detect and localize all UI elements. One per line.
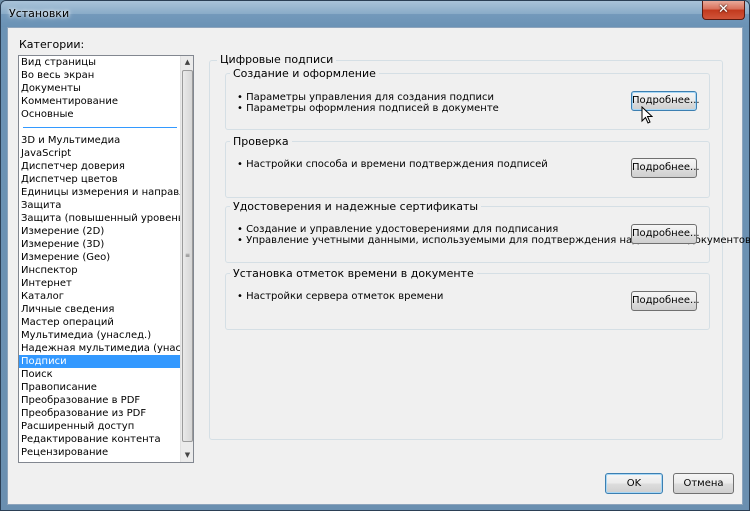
category-item[interactable]: Диспетчер доверия [19,160,181,173]
close-button[interactable]: ✕ [702,1,745,20]
category-item[interactable]: Основные [19,108,181,121]
scrollbar-grip-icon: ≡ [185,252,191,259]
scroll-up-arrow-icon[interactable]: ▲ [181,56,193,69]
window-title: Установки [9,7,70,20]
category-item[interactable]: Рецензирование [19,446,181,459]
mouse-cursor-icon [641,106,653,124]
category-item[interactable]: Защита [19,199,181,212]
section-bullet: • Создание и управление удостоверениями … [237,224,559,235]
category-item[interactable]: Надежная мультимедиа (унаслед.) [19,342,181,355]
section-title: Проверка [230,135,292,148]
category-item[interactable]: Комментирование [19,95,181,108]
identities-details-button[interactable]: Подробнее... [631,224,700,244]
title-bar[interactable]: Установки ✕ [1,1,749,27]
category-item[interactable]: Интернет [19,277,181,290]
digital-signatures-title: Цифровые подписи [217,53,337,66]
category-item[interactable]: Расширенный доступ [19,420,181,433]
category-item[interactable]: Единицы измерения и направляющие [19,186,181,199]
section-bullet: • Настройки способа и времени подтвержде… [237,159,548,170]
section-bullet: • Параметры оформления подписей в докуме… [237,103,499,114]
category-item[interactable]: Правописание [19,381,181,394]
category-item[interactable]: Поиск [19,368,181,381]
category-item[interactable]: Мультимедиа (унаслед.) [19,329,181,342]
category-item[interactable]: Редактирование контента [19,433,181,446]
categories-list[interactable]: Вид страницы Во весь экран Документы Коммен… [18,55,194,463]
category-item[interactable]: Личные сведения [19,303,181,316]
category-item[interactable]: Каталог [19,290,181,303]
category-item[interactable]: Диспетчер цветов [19,173,181,186]
category-item[interactable]: JavaScript [19,147,181,160]
categories-label: Категории: [19,38,85,51]
category-item[interactable]: Мастер операций [19,316,181,329]
category-item[interactable]: Измерение (3D) [19,238,181,251]
category-item[interactable]: Подписи [19,355,181,368]
section-bullet: • Настройки сервера отметок времени [237,291,444,302]
section-bullet: • Параметры управления для создания подп… [237,92,495,103]
category-item[interactable]: Измерение (Geo) [19,251,181,264]
ok-button[interactable]: OK [605,473,663,494]
verification-details-button[interactable]: Подробнее... [631,158,700,178]
category-item[interactable]: Вид страницы [19,56,181,69]
scroll-down-arrow-icon[interactable]: ▼ [181,449,193,462]
timestamps-details-button[interactable]: Подробнее... [631,291,700,311]
category-item[interactable]: Инспектор [19,264,181,277]
scrollbar-thumb[interactable]: ≡ [182,70,193,442]
section-title: Установка отметок времени в документе [230,267,477,280]
categories-items: Вид страницы Во весь экран Документы Коммен… [19,56,181,459]
category-item[interactable]: Во весь экран [19,69,181,82]
category-separator [19,121,181,134]
close-icon: ✕ [718,2,729,17]
categories-scrollbar[interactable]: ▲ ≡ ▼ [180,56,193,462]
section-title: Удостоверения и надежные сертификаты [230,200,482,213]
category-item[interactable]: Преобразование в PDF [19,394,181,407]
category-item[interactable]: Документы [19,82,181,95]
category-item[interactable]: Измерение (2D) [19,225,181,238]
category-item[interactable]: Защита (повышенный уровень) [19,212,181,225]
cancel-button[interactable]: Отмена [673,473,734,494]
section-title: Создание и оформление [230,67,379,80]
category-item[interactable]: 3D и Мультимедиа [19,134,181,147]
category-item[interactable]: Преобразование из PDF [19,407,181,420]
